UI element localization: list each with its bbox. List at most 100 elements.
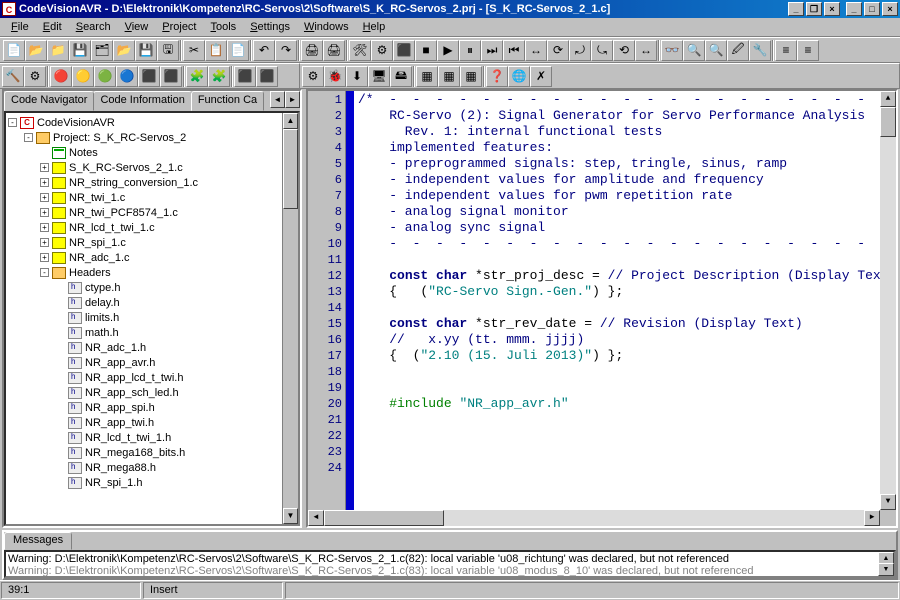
tree-vertical-scrollbar[interactable]: ▲ ▼ <box>282 113 298 524</box>
scroll-right-button[interactable]: ► <box>864 510 880 526</box>
tree-header-file[interactable]: NR_mega88.h <box>8 460 296 475</box>
toolbar-button[interactable]: 📂 <box>113 40 135 61</box>
toolbar-button[interactable]: 🟢 <box>94 66 116 87</box>
maximize-button[interactable]: □ <box>864 2 880 16</box>
toolbar-button[interactable]: 🔨 <box>2 66 24 87</box>
tree-source-file[interactable]: +NR_string_conversion_1.c <box>8 175 296 190</box>
toolbar-button[interactable]: 🖨 <box>323 40 345 61</box>
tab-messages[interactable]: Messages <box>4 532 72 550</box>
scroll-down-button[interactable]: ▼ <box>283 508 298 524</box>
toolbar-button[interactable]: ↶ <box>253 40 275 61</box>
toolbar-button[interactable]: ▦ <box>416 66 438 87</box>
tree-source-file[interactable]: +NR_adc_1.c <box>8 250 296 265</box>
toolbar-button[interactable]: ⟳ <box>547 40 569 61</box>
expand-toggle-icon[interactable]: - <box>24 133 33 142</box>
toolbar-button[interactable]: 🔴 <box>50 66 72 87</box>
toolbar-button[interactable]: 📄 <box>3 40 25 61</box>
toolbar-button[interactable]: 🔵 <box>116 66 138 87</box>
minimize-button[interactable]: _ <box>846 2 862 16</box>
toolbar-button[interactable]: 💾 <box>135 40 157 61</box>
menu-edit[interactable]: Edit <box>36 19 69 35</box>
tab-scroll-right-button[interactable]: ► <box>285 91 300 108</box>
messages-scrollbar[interactable]: ▲ ▼ <box>878 552 894 576</box>
scroll-thumb[interactable] <box>880 107 896 137</box>
toolbar-button[interactable]: ⚙ <box>302 66 324 87</box>
toolbar-button[interactable]: 📋 <box>205 40 227 61</box>
tree-source-file[interactable]: +NR_twi_PCF8574_1.c <box>8 205 296 220</box>
tree-header-file[interactable]: delay.h <box>8 295 296 310</box>
toolbar-button[interactable]: 🧩 <box>208 66 230 87</box>
tree-notes[interactable]: Notes <box>8 145 296 160</box>
tree-header-file[interactable]: math.h <box>8 325 296 340</box>
toolbar-button[interactable]: 🌐 <box>508 66 530 87</box>
toolbar-button[interactable]: ▶ <box>437 40 459 61</box>
toolbar-button[interactable]: 🔍 <box>705 40 727 61</box>
toolbar-button[interactable]: 🖫 <box>157 40 179 61</box>
code-line[interactable]: /* - - - - - - - - - - - - - - - - - - -… <box>358 92 880 108</box>
toolbar-button[interactable]: ⬛ <box>393 40 415 61</box>
toolbar-button[interactable]: ⏸ <box>459 40 481 61</box>
toolbar-button[interactable]: ⏮ <box>503 40 525 61</box>
scroll-thumb[interactable] <box>324 510 444 526</box>
toolbar-button[interactable]: ⤿ <box>591 40 613 61</box>
code-line[interactable]: { ("RC-Servo Sign.-Gen.") }; <box>358 284 880 300</box>
toolbar-button[interactable]: 🖨 <box>301 40 323 61</box>
menu-project[interactable]: Project <box>155 19 203 35</box>
toolbar-button[interactable]: 🔧 <box>749 40 771 61</box>
code-line[interactable]: - preprogrammed signals: step, tringle, … <box>358 156 880 172</box>
tree-header-file[interactable]: NR_app_avr.h <box>8 355 296 370</box>
tab-code-navigator[interactable]: Code Navigator <box>4 91 94 111</box>
menu-view[interactable]: View <box>118 19 156 35</box>
expand-toggle-icon[interactable]: - <box>40 268 49 277</box>
code-line[interactable] <box>358 380 880 396</box>
toolbar-button[interactable]: ⚙ <box>371 40 393 61</box>
tab-code-information[interactable]: Code Information <box>93 91 191 111</box>
code-content[interactable]: /* - - - - - - - - - - - - - - - - - - -… <box>358 92 880 510</box>
scroll-thumb[interactable] <box>283 129 298 209</box>
tree-header-file[interactable]: NR_mega168_bits.h <box>8 445 296 460</box>
code-line[interactable]: { ("2.10 (15. Juli 2013)") }; <box>358 348 880 364</box>
tab-scroll-left-button[interactable]: ◄ <box>270 91 285 108</box>
toolbar-button[interactable]: 📂 <box>25 40 47 61</box>
toolbar-button[interactable]: 🗂 <box>91 40 113 61</box>
code-line[interactable] <box>358 300 880 316</box>
toolbar-button[interactable]: 🟡 <box>72 66 94 87</box>
tree-header-file[interactable]: NR_app_lcd_t_twi.h <box>8 370 296 385</box>
toolbar-button[interactable]: 🐞 <box>324 66 346 87</box>
expand-toggle-icon[interactable]: + <box>40 238 49 247</box>
tree-header-file[interactable]: ctype.h <box>8 280 296 295</box>
toolbar-button[interactable]: ✗ <box>530 66 552 87</box>
toolbar-button[interactable]: ✂ <box>183 40 205 61</box>
toolbar-button[interactable]: 🖉 <box>727 40 749 61</box>
toolbar-button[interactable]: 🛠 <box>349 40 371 61</box>
expand-toggle-icon[interactable]: + <box>40 193 49 202</box>
tree-source-file[interactable]: +NR_twi_1.c <box>8 190 296 205</box>
tree-source-file[interactable]: +NR_spi_1.c <box>8 235 296 250</box>
doc-minimize-button[interactable]: _ <box>788 2 804 16</box>
doc-restore-button[interactable]: ❐ <box>806 2 822 16</box>
doc-close-button[interactable]: × <box>824 2 840 16</box>
toolbar-button[interactable]: ⟲ <box>613 40 635 61</box>
toolbar-button[interactable]: ≡ <box>775 40 797 61</box>
toolbar-button[interactable]: ↔ <box>635 40 657 61</box>
menu-search[interactable]: Search <box>69 19 118 35</box>
toolbar-button[interactable]: ⬛ <box>138 66 160 87</box>
scroll-up-button[interactable]: ▲ <box>283 113 298 129</box>
toolbar-button[interactable]: ⚙ <box>24 66 46 87</box>
code-line[interactable]: // x.yy (tt. mmm. jjjj) <box>358 332 880 348</box>
menu-settings[interactable]: Settings <box>243 19 297 35</box>
expand-toggle-icon[interactable]: + <box>40 223 49 232</box>
expand-toggle-icon[interactable]: + <box>40 253 49 262</box>
code-line[interactable]: - independent values for amplitude and f… <box>358 172 880 188</box>
code-line[interactable]: const char *str_rev_date = // Revision (… <box>358 316 880 332</box>
code-line[interactable]: implemented features: <box>358 140 880 156</box>
scroll-down-button[interactable]: ▼ <box>880 494 896 510</box>
toolbar-button[interactable]: ❓ <box>486 66 508 87</box>
tree-header-file[interactable]: NR_spi_1.h <box>8 475 296 490</box>
expand-toggle-icon[interactable]: + <box>40 163 49 172</box>
toolbar-button[interactable]: ▦ <box>460 66 482 87</box>
toolbar-button[interactable]: ↔ <box>525 40 547 61</box>
tree-header-file[interactable]: NR_app_twi.h <box>8 415 296 430</box>
message-row[interactable]: Warning: D:\Elektronik\Kompetenz\RC-Serv… <box>8 565 892 577</box>
tree-header-file[interactable]: NR_app_spi.h <box>8 400 296 415</box>
